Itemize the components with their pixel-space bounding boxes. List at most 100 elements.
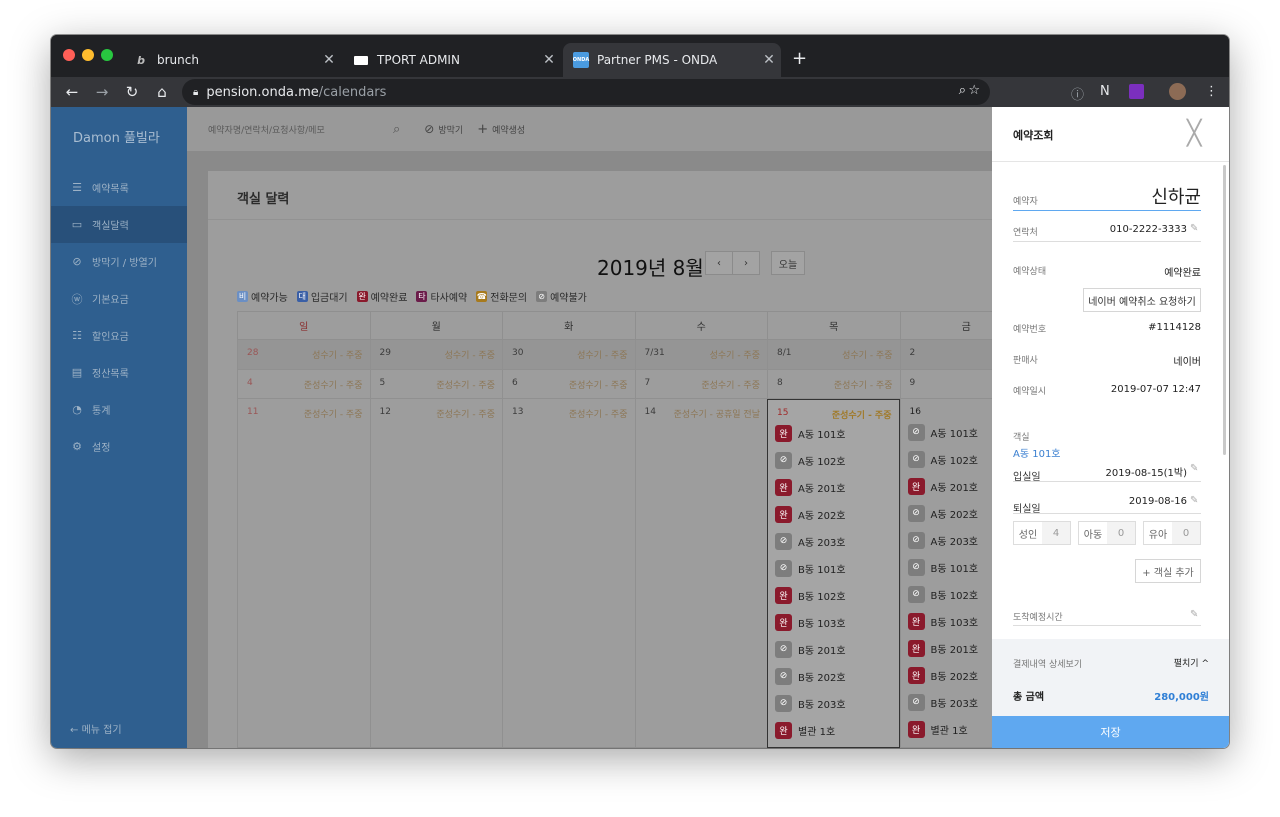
calendar-day-cell[interactable]: 14 준성수기 - 공휴일 전날	[634, 399, 767, 748]
room-booking[interactable]: 완 별관 1호	[775, 719, 835, 741]
room-booking[interactable]: 완 B동 103호	[907, 610, 978, 632]
calendar-day-cell[interactable]: 28 성수기 - 주중	[237, 340, 370, 370]
tab-brunch[interactable]: b brunch ✕	[123, 43, 341, 77]
notion-extension-icon[interactable]: N	[1100, 84, 1110, 99]
back-arrow-icon[interactable]: ←	[57, 83, 87, 101]
room-booking[interactable]: ⊘ B동 202호	[775, 665, 846, 687]
room-booking[interactable]: 완 A동 101호	[775, 422, 846, 444]
calendar-day-cell[interactable]: 13 준성수기 - 주중	[502, 399, 635, 748]
room-booking[interactable]: ⊘ A동 203호	[775, 530, 846, 552]
create-reservation-label: 예약생성	[492, 125, 526, 136]
minimize-window-button[interactable]	[82, 49, 94, 61]
pencil-icon[interactable]: ✎	[1190, 223, 1198, 234]
pencil-icon[interactable]: ✎	[1190, 463, 1198, 474]
expand-payment-button[interactable]: 펼치기 ^	[1174, 656, 1209, 669]
sidebar-item-stats[interactable]: ◔ 통계	[51, 391, 187, 428]
new-tab-icon[interactable]: +	[792, 48, 807, 69]
room-booking[interactable]: ⊘ B동 101호	[907, 556, 979, 578]
calendar-day-cell[interactable]: 8 준성수기 - 주중	[767, 370, 900, 399]
room-booking[interactable]: 완 B동 201호	[907, 637, 978, 659]
home-icon[interactable]: ⌂	[147, 83, 177, 101]
pencil-icon[interactable]: ✎	[1190, 609, 1198, 620]
sidebar-item-settings[interactable]: ⚙ 설정	[51, 428, 187, 465]
infant-count-field[interactable]: 유아 0	[1143, 521, 1201, 545]
room-booking[interactable]: ⊘ B동 201호	[775, 638, 846, 660]
sidebar-item-discount[interactable]: ☷ 할인요금	[51, 317, 187, 354]
calendar-day-cell[interactable]: 5 준성수기 - 주중	[369, 370, 502, 399]
room-booking[interactable]: 완 A동 201호	[775, 476, 846, 498]
room-booking[interactable]: 완 A동 201호	[907, 475, 978, 497]
room-name: B동 203호	[798, 699, 846, 711]
next-month-button[interactable]: ›	[732, 251, 760, 275]
info-extension-icon[interactable]: ⓘ	[1071, 84, 1084, 103]
room-booking[interactable]: 완 별관 1호	[907, 718, 968, 740]
save-button[interactable]: 저장	[992, 716, 1229, 748]
search-icon[interactable]: ⌕	[393, 122, 400, 137]
block-room-button[interactable]: ⊘ 방막기	[424, 122, 463, 136]
room-booking[interactable]: ⊘ B동 203호	[907, 691, 978, 713]
room-booking[interactable]: ⊘ A동 203호	[907, 529, 978, 551]
collapse-menu-button[interactable]: ← 메뉴 접기	[70, 721, 122, 736]
pencil-icon[interactable]: ✎	[1190, 495, 1198, 506]
bookmark-star-icon[interactable]: ☆	[968, 83, 994, 98]
reload-icon[interactable]: ↻	[117, 83, 147, 101]
calendar-day-cell[interactable]: 7/31 성수기 - 주중	[634, 340, 767, 370]
naver-cancel-request-button[interactable]: 네이버 예약취소 요청하기	[1083, 288, 1201, 312]
checkin-field[interactable]: 2019-08-15(1박)	[1106, 464, 1187, 479]
calendar-day-cell[interactable]: 29 성수기 - 주중	[369, 340, 502, 370]
room-booking[interactable]: 완 A동 202호	[775, 503, 846, 525]
room-booking[interactable]: ⊘ A동 101호	[907, 421, 978, 443]
calendar-day-cell[interactable]: 30 성수기 - 주중	[502, 340, 635, 370]
profile-avatar[interactable]	[1169, 83, 1186, 100]
calendar-day-cell[interactable]: 11 준성수기 - 주중	[237, 399, 370, 748]
room-booking[interactable]: 완 B동 103호	[775, 611, 846, 633]
tab-strip: b brunch ✕ TPORT ADMIN ✕ ONDA Partner PM…	[51, 35, 1229, 77]
room-booking[interactable]: ⊘ A동 202호	[907, 502, 978, 524]
room-booking[interactable]: ⊘ B동 102호	[907, 583, 978, 605]
gear-icon: ⚙	[72, 440, 82, 453]
tab-partner-pms[interactable]: ONDA Partner PMS - ONDA ✕	[563, 43, 781, 77]
phone-field[interactable]: 010-2222-3333	[1110, 224, 1187, 235]
guest-name-field[interactable]: 신하균	[1151, 183, 1201, 209]
room-booking[interactable]: ⊘ B동 203호	[775, 692, 846, 714]
close-icon[interactable]: ╳	[1187, 121, 1201, 145]
checkout-field[interactable]: 2019-08-16	[1129, 496, 1187, 507]
calendar-day-cell[interactable]: 12 준성수기 - 주중	[369, 399, 502, 748]
close-tab-icon[interactable]: ✕	[537, 52, 561, 68]
calendar-day-cell[interactable]: 4 준성수기 - 주중	[237, 370, 370, 399]
close-tab-icon[interactable]: ✕	[317, 52, 341, 68]
rp-extension-icon[interactable]	[1129, 84, 1144, 99]
room-name: B동 101호	[930, 563, 979, 575]
maximize-window-button[interactable]	[101, 49, 113, 61]
room-booking[interactable]: 완 B동 102호	[775, 584, 846, 606]
close-tab-icon[interactable]: ✕	[757, 52, 781, 68]
sidebar-item-label: 설정	[92, 443, 111, 454]
calendar-day-cell[interactable]: 7 준성수기 - 주중	[634, 370, 767, 399]
address-bar[interactable]: 🔒︎ pension.onda.me/calendars ⌕ ☆	[182, 79, 990, 105]
close-window-button[interactable]	[63, 49, 75, 61]
menu-kebab-icon[interactable]: ⋮	[1205, 84, 1218, 99]
room-link[interactable]: A동 101호	[1013, 445, 1061, 460]
sidebar-item-block-rooms[interactable]: ⊘ 방막기 / 방열기	[51, 243, 187, 280]
create-reservation-button[interactable]: + 예약생성	[477, 122, 525, 137]
calendar-day-cell[interactable]: 8/1 성수기 - 주중	[767, 340, 900, 370]
today-button[interactable]: 오늘	[771, 251, 805, 275]
sidebar-item-base-price[interactable]: ⓦ 기본요금	[51, 280, 187, 317]
adult-count-field[interactable]: 성인 4	[1013, 521, 1071, 545]
calendar-day-cell[interactable]: 6 준성수기 - 주중	[502, 370, 635, 399]
child-count-field[interactable]: 아동 0	[1078, 521, 1136, 545]
room-booking[interactable]: ⊘ A동 102호	[775, 449, 846, 471]
search-input[interactable]: 예약자명/연락처/요청사항/메모	[208, 123, 388, 136]
sidebar-item-settlement[interactable]: ▤ 정산목록	[51, 354, 187, 391]
calendar-day-cell[interactable]: 15 준성수기 - 주중 완 A동 101호 ⊘ A동 102호 완 A동 201호 완 A동 2…	[767, 399, 900, 748]
add-room-button[interactable]: + 객실 추가	[1135, 559, 1201, 583]
sidebar-item-calendar[interactable]: ▭ 객실달력	[51, 206, 187, 243]
scrollbar[interactable]	[1223, 165, 1226, 455]
room-booking[interactable]: ⊘ B동 101호	[775, 557, 846, 579]
prev-month-button[interactable]: ‹	[705, 251, 733, 275]
forward-arrow-icon[interactable]: →	[87, 83, 117, 101]
room-booking[interactable]: ⊘ A동 102호	[907, 448, 978, 470]
room-booking[interactable]: 완 B동 202호	[907, 664, 978, 686]
sidebar-item-reservations[interactable]: ☰ 예약목록	[51, 169, 187, 206]
tab-tport-admin[interactable]: TPORT ADMIN ✕	[343, 43, 561, 77]
